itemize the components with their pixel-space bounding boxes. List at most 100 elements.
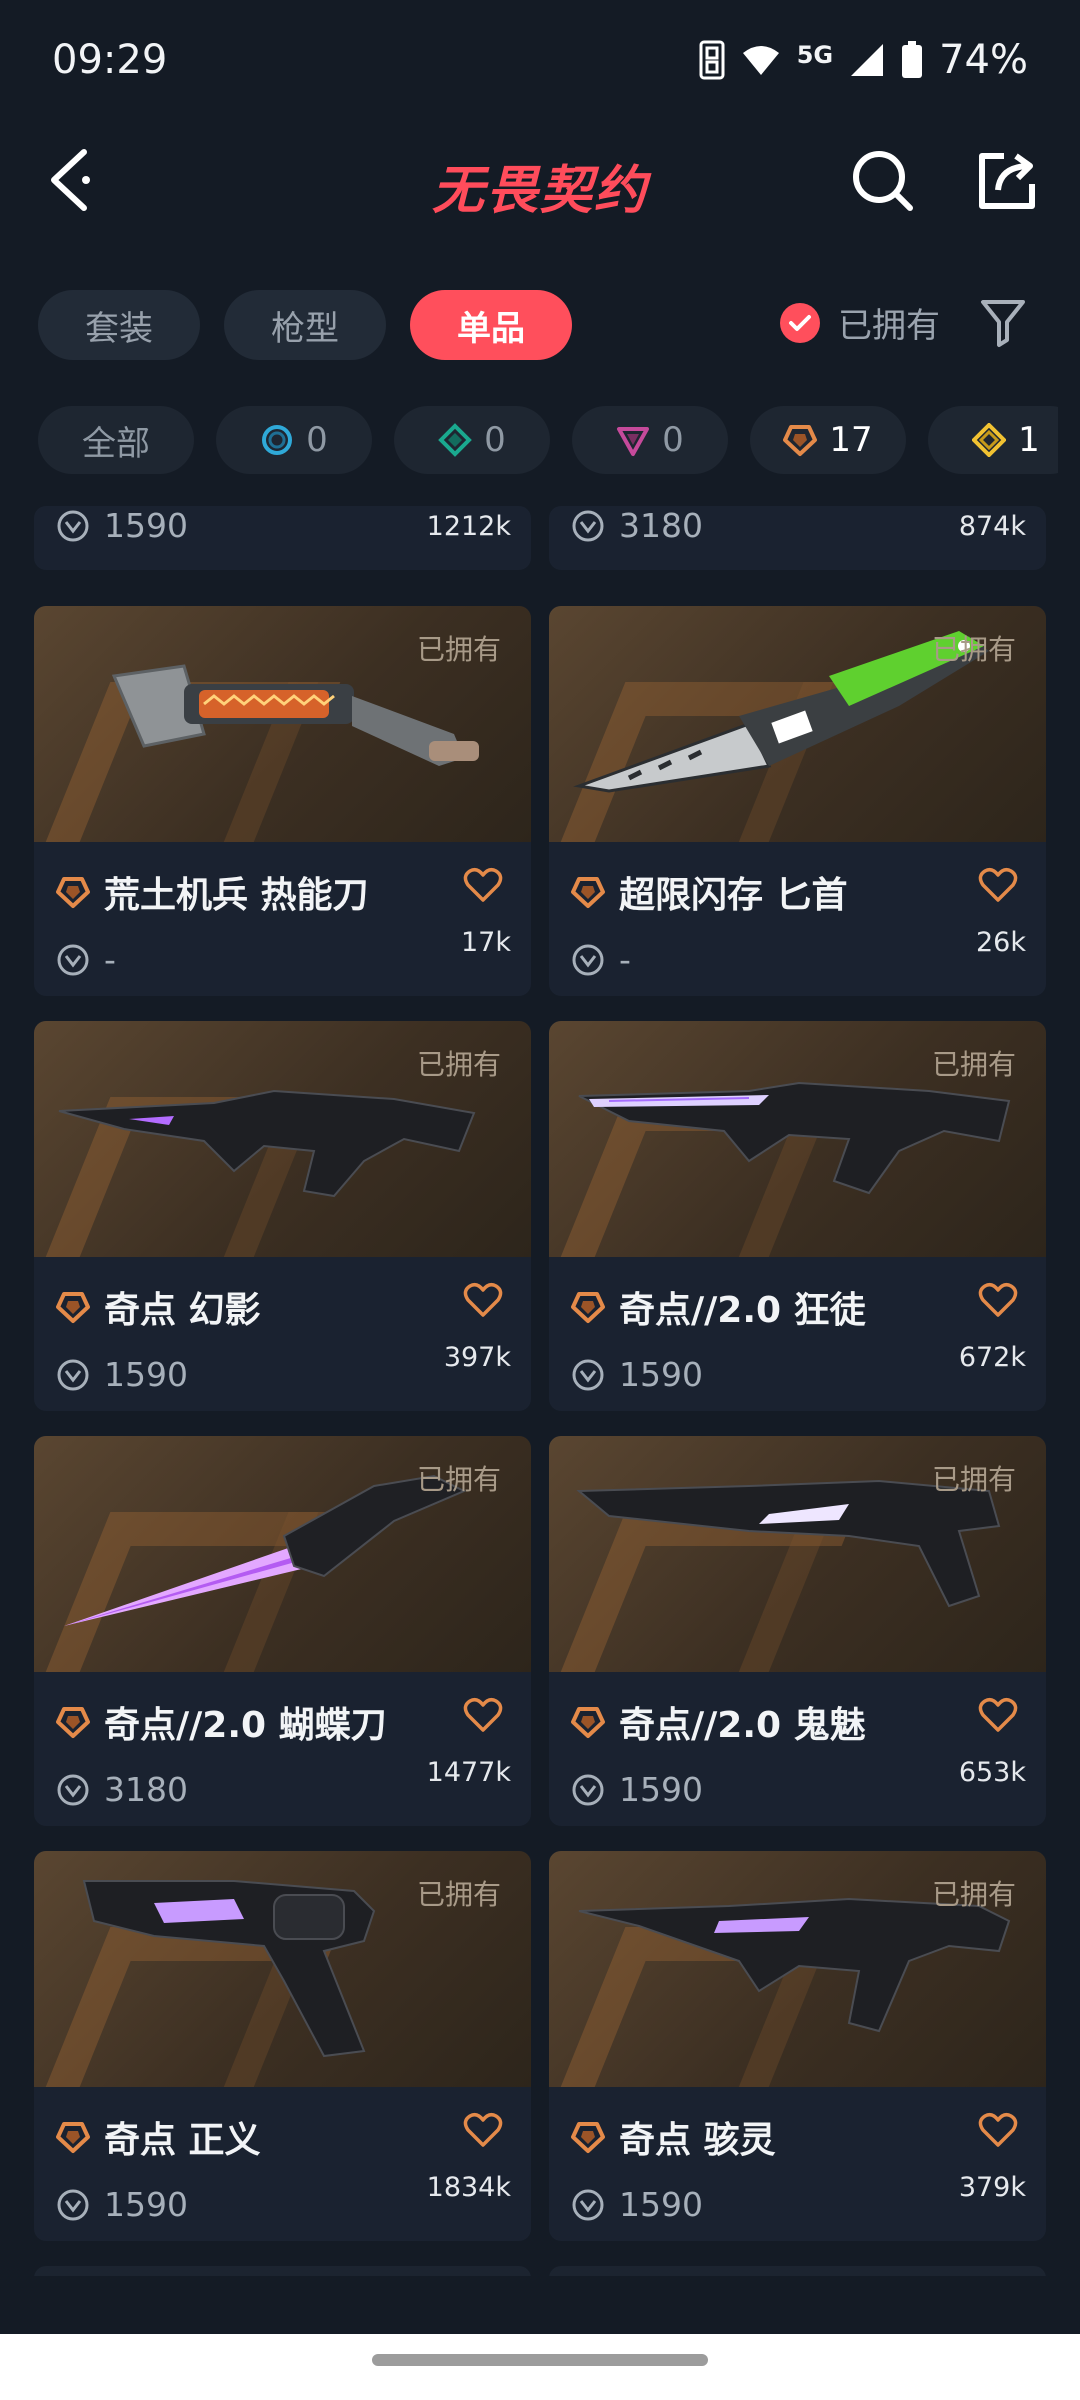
share-button[interactable] <box>974 148 1040 214</box>
rarity-filter-bar[interactable]: 全部 0 0 0 17 1 <box>38 406 1058 474</box>
item-image: 已拥有 <box>34 606 531 842</box>
favorite-heart-icon[interactable] <box>978 2111 1018 2149</box>
item-card[interactable]: 已拥有 超限闪存 匕首 - 26k <box>549 606 1046 996</box>
item-likes: 653k <box>958 1757 1026 1788</box>
item-image: 已拥有 <box>34 1436 531 1672</box>
tab-weapon-type[interactable]: 枪型 <box>224 290 386 360</box>
tab-single-item[interactable]: 单品 <box>410 290 572 360</box>
item-price: 1590 <box>104 1355 188 1394</box>
header: 无畏契约 <box>0 130 1080 230</box>
item-name: 奇点//2.0 狂徒 <box>619 1290 866 1331</box>
item-name: 奇点 正义 <box>104 2120 261 2161</box>
chip-exclusive-count: 17 <box>829 420 873 460</box>
item-image: 已拥有 <box>549 1021 1046 1257</box>
valorant-points-icon <box>572 2189 604 2220</box>
favorite-heart-icon[interactable] <box>463 1281 503 1319</box>
valorant-points-icon <box>57 944 89 975</box>
owned-tag: 已拥有 <box>931 633 1016 666</box>
search-button[interactable] <box>850 148 916 214</box>
owned-tag: 已拥有 <box>931 1048 1016 1081</box>
owned-tag: 已拥有 <box>416 1048 501 1081</box>
item-card[interactable] <box>34 2266 531 2276</box>
chip-select[interactable]: 0 <box>216 406 372 474</box>
chip-premium-count: 0 <box>662 420 684 460</box>
valorant-points-icon <box>57 2189 89 2220</box>
item-likes: 672k <box>958 1342 1026 1373</box>
owned-tag: 已拥有 <box>416 1878 501 1911</box>
item-card[interactable]: 已拥有 荒土机兵 热能刀 - 17k <box>34 606 531 996</box>
exclusive-tier-icon <box>783 425 818 456</box>
item-card[interactable]: 3180 874k <box>549 506 1046 570</box>
exclusive-tier-icon <box>571 877 605 908</box>
item-card[interactable]: 已拥有 奇点 幻影 1590 397k <box>34 1021 531 1411</box>
valorant-points-icon <box>57 1774 89 1805</box>
chip-exclusive[interactable]: 17 <box>750 406 906 474</box>
exclusive-tier-icon <box>56 2122 90 2153</box>
chip-deluxe[interactable]: 0 <box>394 406 550 474</box>
item-likes: 1477k <box>426 1757 511 1788</box>
item-card[interactable]: 1590 1212k <box>34 506 531 570</box>
item-likes: 17k <box>461 927 511 958</box>
item-name: 奇点//2.0 鬼魅 <box>619 1705 866 1746</box>
item-likes: 26k <box>976 927 1026 958</box>
chip-ultra[interactable]: 1 <box>928 406 1058 474</box>
owned-tag: 已拥有 <box>931 1463 1016 1496</box>
favorite-heart-icon[interactable] <box>978 1281 1018 1319</box>
owned-tag: 已拥有 <box>416 1463 501 1496</box>
battery-icon <box>901 41 923 79</box>
status-icons: 5G 74% <box>699 37 1028 83</box>
network-label: 5G <box>796 41 834 69</box>
owned-filter-toggle[interactable]: 已拥有 <box>780 298 940 347</box>
ultra-tier-icon <box>972 423 1007 457</box>
chip-deluxe-count: 0 <box>484 420 506 460</box>
exclusive-tier-icon <box>571 1707 605 1738</box>
item-card[interactable] <box>549 2266 1046 2276</box>
item-price: - <box>619 940 631 979</box>
system-nav-bar <box>0 2334 1080 2400</box>
wifi-icon <box>741 43 781 77</box>
select-tier-icon <box>262 425 293 455</box>
exclusive-tier-icon <box>571 2122 605 2153</box>
app-title: 无畏契约 <box>431 161 648 221</box>
owned-filter-label: 已拥有 <box>838 306 940 346</box>
item-card[interactable]: 已拥有 奇点 正义 1590 1834k <box>34 1851 531 2241</box>
valorant-points-icon <box>572 510 604 541</box>
valorant-points-icon <box>57 1359 89 1390</box>
tab-bundle[interactable]: 套装 <box>38 290 200 360</box>
item-likes: 379k <box>958 2172 1026 2203</box>
item-card[interactable]: 已拥有 奇点//2.0 蝴蝶刀 3180 1477k <box>34 1436 531 1826</box>
item-name: 超限闪存 匕首 <box>619 875 848 916</box>
chip-all[interactable]: 全部 <box>38 406 194 474</box>
favorite-heart-icon[interactable] <box>978 1696 1018 1734</box>
chip-select-count: 0 <box>306 420 328 460</box>
home-gesture-handle[interactable] <box>372 2354 708 2366</box>
valorant-points-icon <box>572 1774 604 1805</box>
item-name: 荒土机兵 热能刀 <box>104 875 369 916</box>
item-card[interactable]: 已拥有 奇点//2.0 狂徒 1590 672k <box>549 1021 1046 1411</box>
chip-ultra-count: 1 <box>1018 420 1040 460</box>
valorant-points-icon <box>572 1359 604 1390</box>
item-image: 已拥有 <box>549 1436 1046 1672</box>
favorite-heart-icon[interactable] <box>463 866 503 904</box>
chip-premium[interactable]: 0 <box>572 406 728 474</box>
valorant-points-icon <box>572 944 604 975</box>
status-bar: 09:29 5G 74% <box>0 0 1080 120</box>
item-image: 已拥有 <box>549 606 1046 842</box>
item-price: 1590 <box>619 2185 703 2224</box>
item-card[interactable]: 已拥有 奇点//2.0 鬼魅 1590 653k <box>549 1436 1046 1826</box>
item-price: 1590 <box>619 1355 703 1394</box>
item-likes: 1212k <box>426 511 511 542</box>
chip-all-label: 全部 <box>82 423 150 464</box>
favorite-heart-icon[interactable] <box>978 866 1018 904</box>
item-card[interactable]: 已拥有 奇点 骇灵 1590 379k <box>549 1851 1046 2241</box>
item-price: 1590 <box>619 1770 703 1809</box>
owned-tag: 已拥有 <box>931 1878 1016 1911</box>
check-icon <box>780 302 820 343</box>
filter-button[interactable] <box>980 298 1026 348</box>
exclusive-tier-icon <box>571 1292 605 1323</box>
item-likes: 874k <box>958 511 1026 542</box>
favorite-heart-icon[interactable] <box>463 1696 503 1734</box>
share-icon <box>979 153 1035 209</box>
favorite-heart-icon[interactable] <box>463 2111 503 2149</box>
item-likes: 397k <box>443 1342 511 1373</box>
